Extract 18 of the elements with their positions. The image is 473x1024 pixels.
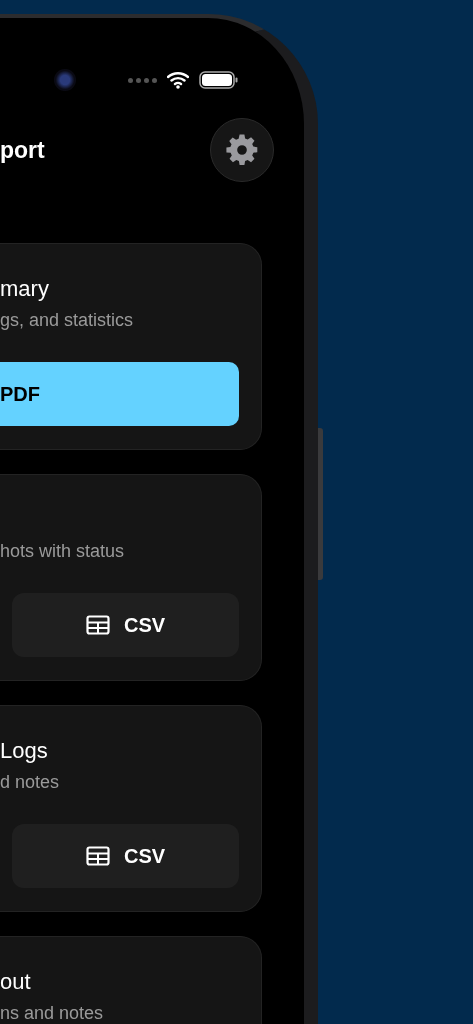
export-csv-button[interactable]: CSV bbox=[12, 593, 239, 657]
camera-icon bbox=[54, 69, 76, 91]
battery-icon bbox=[199, 70, 239, 90]
table-icon bbox=[85, 846, 110, 866]
signal-icon bbox=[128, 77, 157, 83]
card-subtitle: ns and notes bbox=[0, 1002, 104, 1024]
card-subtitle: hots with status bbox=[0, 540, 125, 563]
settings-icon bbox=[225, 133, 259, 167]
export-csv-button[interactable]: CSV bbox=[12, 824, 239, 888]
wifi-icon bbox=[167, 71, 189, 89]
table-icon bbox=[85, 615, 110, 635]
page-title: port bbox=[0, 136, 45, 164]
export-pdf-button[interactable]: PDF bbox=[0, 362, 239, 426]
card-title: Logs bbox=[0, 737, 48, 765]
card-subtitle: gs, and statistics bbox=[0, 309, 134, 332]
card-title: mary bbox=[0, 275, 49, 303]
card-title: out bbox=[0, 968, 31, 996]
card-subtitle: d notes bbox=[0, 771, 60, 794]
